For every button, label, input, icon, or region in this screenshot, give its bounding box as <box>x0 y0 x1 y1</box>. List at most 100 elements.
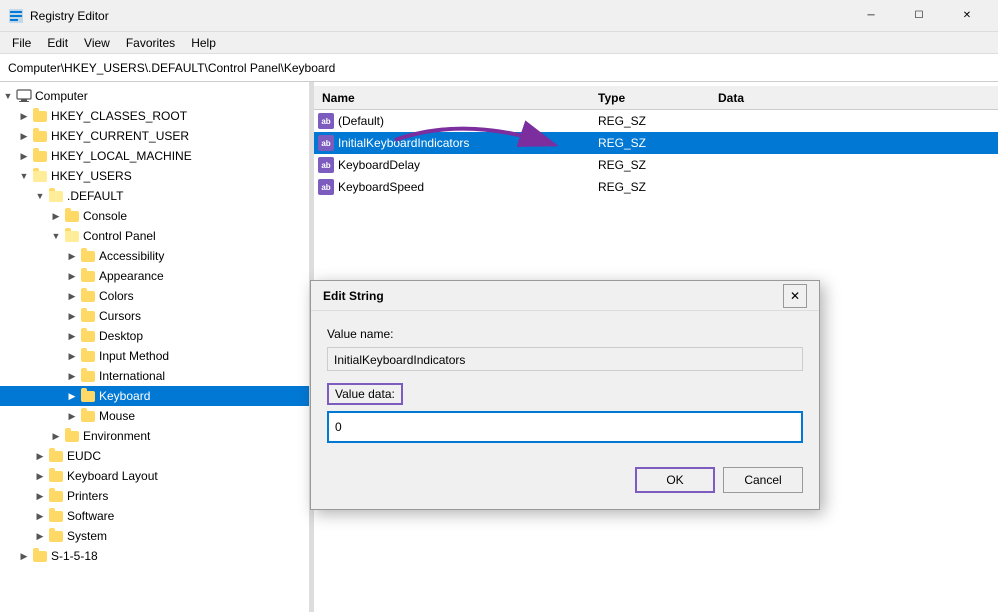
tree-label-system: System <box>67 529 107 543</box>
tree-label-hkey-users: HKEY_USERS <box>51 169 132 183</box>
toggle-mouse[interactable]: ▶ <box>64 408 80 424</box>
tree-label-environment: Environment <box>83 429 150 443</box>
folder-icon-appearance <box>80 268 96 284</box>
toggle-colors[interactable]: ▶ <box>64 288 80 304</box>
menu-file[interactable]: File <box>4 34 39 52</box>
tree-item-hkey-classes[interactable]: ▶ HKEY_CLASSES_ROOT <box>0 106 309 126</box>
tree-item-eudc[interactable]: ▶ EUDC <box>0 446 309 466</box>
tree-item-international[interactable]: ▶ International <box>0 366 309 386</box>
menu-view[interactable]: View <box>76 34 118 52</box>
toggle-cursors[interactable]: ▶ <box>64 308 80 324</box>
tree-item-software[interactable]: ▶ Software <box>0 506 309 526</box>
tree-item-input-method[interactable]: ▶ Input Method <box>0 346 309 366</box>
tree-label-printers: Printers <box>67 489 108 503</box>
menu-help[interactable]: Help <box>183 34 224 52</box>
toggle-console[interactable]: ▶ <box>48 208 64 224</box>
menu-favorites[interactable]: Favorites <box>118 34 183 52</box>
reg-type-icon-keyboard-delay: ab <box>318 157 334 173</box>
toggle-input-method[interactable]: ▶ <box>64 348 80 364</box>
tree-label-international: International <box>99 369 165 383</box>
toggle-computer[interactable]: ▼ <box>0 88 16 104</box>
reg-name-keyboard-delay: ab KeyboardDelay <box>318 157 598 173</box>
minimize-button[interactable]: ─ <box>848 0 894 32</box>
tree-label-eudc: EUDC <box>67 449 101 463</box>
edit-string-dialog[interactable]: Edit String ✕ Value name: InitialKeyboar… <box>310 280 820 510</box>
tree-item-hkey-current[interactable]: ▶ HKEY_CURRENT_USER <box>0 126 309 146</box>
tree-item-control-panel[interactable]: ▼ Control Panel <box>0 226 309 246</box>
value-data-label: Value data: <box>335 387 395 401</box>
tree-item-s-1-5-18[interactable]: ▶ S-1-5-18 <box>0 546 309 566</box>
tree-item-console[interactable]: ▶ Console <box>0 206 309 226</box>
folder-icon-default <box>48 188 64 204</box>
tree-item-environment[interactable]: ▶ Environment <box>0 426 309 446</box>
toggle-s-1-5-18[interactable]: ▶ <box>16 548 32 564</box>
toggle-hkey-users[interactable]: ▼ <box>16 168 32 184</box>
toggle-default[interactable]: ▼ <box>32 188 48 204</box>
folder-icon-s-1-5-18 <box>32 548 48 564</box>
reg-type-icon-default: ab <box>318 113 334 129</box>
tree-item-keyboard-layout[interactable]: ▶ Keyboard Layout <box>0 466 309 486</box>
tree-item-computer[interactable]: ▼ Computer <box>0 86 309 106</box>
tree-item-appearance[interactable]: ▶ Appearance <box>0 266 309 286</box>
menu-edit[interactable]: Edit <box>39 34 76 52</box>
toggle-hkey-local[interactable]: ▶ <box>16 148 32 164</box>
reg-type-icon-initial-keyboard: ab <box>318 135 334 151</box>
col-header-data: Data <box>718 91 994 105</box>
value-data-input[interactable] <box>329 413 801 441</box>
reg-name-keyboard-speed: ab KeyboardSpeed <box>318 179 598 195</box>
tree-item-cursors[interactable]: ▶ Cursors <box>0 306 309 326</box>
tree-item-default[interactable]: ▼ .DEFAULT <box>0 186 309 206</box>
toggle-appearance[interactable]: ▶ <box>64 268 80 284</box>
tree-item-colors[interactable]: ▶ Colors <box>0 286 309 306</box>
tree-label-s-1-5-18: S-1-5-18 <box>51 549 98 563</box>
registry-row-initial-keyboard[interactable]: ab InitialKeyboardIndicators REG_SZ <box>314 132 998 154</box>
tree-label-cursors: Cursors <box>99 309 141 323</box>
reg-name-initial-keyboard: ab InitialKeyboardIndicators <box>318 135 598 151</box>
folder-icon-international <box>80 368 96 384</box>
maximize-button[interactable]: ☐ <box>896 0 942 32</box>
title-bar-controls: ─ ☐ ✕ <box>848 0 990 32</box>
toggle-system[interactable]: ▶ <box>32 528 48 544</box>
toggle-desktop[interactable]: ▶ <box>64 328 80 344</box>
folder-icon-cursors <box>80 308 96 324</box>
tree-item-keyboard[interactable]: ▶ Keyboard <box>0 386 309 406</box>
folder-icon-printers <box>48 488 64 504</box>
registry-row-keyboard-speed[interactable]: ab KeyboardSpeed REG_SZ <box>314 176 998 198</box>
toggle-printers[interactable]: ▶ <box>32 488 48 504</box>
registry-row-default[interactable]: ab (Default) REG_SZ <box>314 110 998 132</box>
toggle-eudc[interactable]: ▶ <box>32 448 48 464</box>
tree-panel[interactable]: ▼ Computer ▶ HKEY_CLASSES_ROOT ▶ HKEY_CU… <box>0 82 310 612</box>
cancel-button[interactable]: Cancel <box>723 467 803 493</box>
toggle-hkey-classes[interactable]: ▶ <box>16 108 32 124</box>
toggle-keyboard-layout[interactable]: ▶ <box>32 468 48 484</box>
toggle-software[interactable]: ▶ <box>32 508 48 524</box>
toggle-accessibility[interactable]: ▶ <box>64 248 80 264</box>
toggle-international[interactable]: ▶ <box>64 368 80 384</box>
tree-item-system[interactable]: ▶ System <box>0 526 309 546</box>
tree-item-printers[interactable]: ▶ Printers <box>0 486 309 506</box>
address-path: Computer\HKEY_USERS\.DEFAULT\Control Pan… <box>8 61 335 75</box>
ok-button[interactable]: OK <box>635 467 715 493</box>
tree-label-hkey-current: HKEY_CURRENT_USER <box>51 129 189 143</box>
tree-item-mouse[interactable]: ▶ Mouse <box>0 406 309 426</box>
tree-label-keyboard: Keyboard <box>99 389 150 403</box>
tree-label-software: Software <box>67 509 114 523</box>
toggle-hkey-current[interactable]: ▶ <box>16 128 32 144</box>
tree-item-hkey-local[interactable]: ▶ HKEY_LOCAL_MACHINE <box>0 146 309 166</box>
toggle-environment[interactable]: ▶ <box>48 428 64 444</box>
tree-item-desktop[interactable]: ▶ Desktop <box>0 326 309 346</box>
tree-item-hkey-users[interactable]: ▼ HKEY_USERS <box>0 166 309 186</box>
toggle-control-panel[interactable]: ▼ <box>48 228 64 244</box>
close-button[interactable]: ✕ <box>944 0 990 32</box>
folder-icon-console <box>64 208 80 224</box>
value-data-input-wrap <box>327 411 803 443</box>
toggle-keyboard[interactable]: ▶ <box>64 388 80 404</box>
folder-icon-hkey-current <box>32 128 48 144</box>
tree-label-console: Console <box>83 209 127 223</box>
dialog-close-button[interactable]: ✕ <box>783 284 807 308</box>
title-bar-text: Registry Editor <box>30 9 109 23</box>
registry-row-keyboard-delay[interactable]: ab KeyboardDelay REG_SZ <box>314 154 998 176</box>
folder-icon-hkey-local <box>32 148 48 164</box>
tree-item-accessibility[interactable]: ▶ Accessibility <box>0 246 309 266</box>
title-bar: Registry Editor ─ ☐ ✕ <box>0 0 998 32</box>
